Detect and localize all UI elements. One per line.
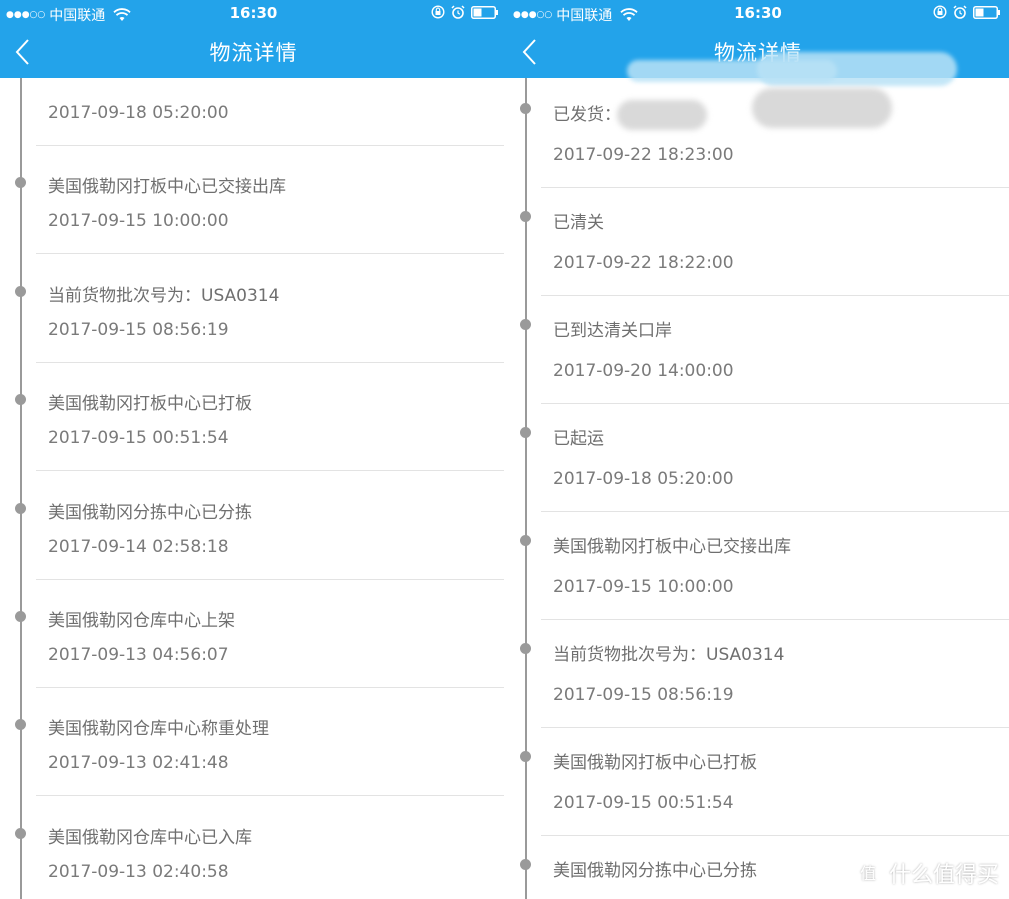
timeline-status: 已清关 bbox=[553, 213, 604, 233]
status-bar: ●●●○○ 中国联通 16:30 bbox=[507, 0, 1009, 26]
timeline-dot bbox=[520, 859, 531, 870]
timeline-time: 2017-09-18 05:20:00 bbox=[553, 469, 734, 489]
timeline-time: 2017-09-15 08:56:19 bbox=[553, 685, 734, 705]
redaction-blur bbox=[752, 88, 892, 128]
row-separator bbox=[541, 187, 1009, 188]
timeline-status: 已发货： bbox=[553, 105, 621, 125]
timeline-time: 2017-09-14 02:58:18 bbox=[48, 536, 229, 557]
row-separator bbox=[36, 253, 504, 255]
timeline-status: 已起运 bbox=[553, 429, 604, 449]
svg-text:值: 值 bbox=[860, 864, 876, 883]
timeline-time: 2017-09-20 14:00:00 bbox=[553, 361, 734, 381]
row-separator bbox=[541, 619, 1009, 620]
timeline-time: 2017-09-15 08:56:19 bbox=[48, 319, 229, 340]
battery-icon bbox=[471, 5, 498, 19]
row-separator bbox=[541, 511, 1009, 512]
watermark: 值 什么值得买 bbox=[853, 857, 999, 889]
row-separator bbox=[541, 835, 1009, 836]
timeline-dot bbox=[520, 427, 531, 438]
nav-bar: 物流详情 bbox=[0, 26, 507, 78]
battery-icon bbox=[973, 5, 1000, 19]
timeline-dot bbox=[15, 394, 26, 406]
timeline-time: 2017-09-13 02:41:48 bbox=[48, 753, 229, 774]
timeline-dot bbox=[520, 751, 531, 762]
timeline-status: 当前货物批次号为：USA0314 bbox=[48, 285, 280, 306]
timeline-dot bbox=[15, 719, 26, 731]
logistics-timeline: 已发货： 2017-09-22 18:23:00 已清关 2017-09-22 18:… bbox=[507, 78, 1009, 899]
row-separator bbox=[36, 470, 504, 472]
timeline-status: 美国俄勒冈打板中心已打板 bbox=[553, 753, 757, 773]
timeline-time: 2017-09-13 02:40:58 bbox=[48, 861, 229, 882]
timeline-dot bbox=[520, 319, 531, 330]
timeline-time: 2017-09-15 10:00:00 bbox=[48, 211, 229, 232]
rotation-lock-icon bbox=[933, 5, 947, 19]
timeline-status: 美国俄勒冈仓库中心称重处理 bbox=[48, 719, 269, 740]
redaction-blur bbox=[617, 100, 707, 130]
timeline-dot bbox=[15, 502, 26, 514]
timeline-status: 当前货物批次号为：USA0314 bbox=[553, 645, 785, 665]
row-separator bbox=[541, 727, 1009, 728]
timeline-line bbox=[20, 78, 22, 899]
row-separator bbox=[541, 295, 1009, 296]
timeline-status: 美国俄勒冈仓库中心已入库 bbox=[48, 827, 252, 848]
timeline-dot bbox=[520, 103, 531, 114]
timeline-dot bbox=[15, 177, 26, 189]
watermark-text: 什么值得买 bbox=[888, 863, 999, 888]
timeline-dot bbox=[15, 827, 26, 839]
logistics-timeline: 2017-09-18 05:20:00 美国俄勒冈打板中心已交接出库 2017-09… bbox=[0, 78, 507, 899]
timeline-dot bbox=[15, 285, 26, 297]
rotation-lock-icon bbox=[431, 5, 445, 19]
alarm-icon bbox=[953, 5, 967, 19]
row-separator bbox=[36, 578, 504, 580]
timeline-time: 2017-09-22 18:22:00 bbox=[553, 253, 734, 273]
timeline-status: 美国俄勒冈打板中心已打板 bbox=[48, 394, 252, 415]
timeline-line bbox=[525, 78, 527, 899]
row-separator bbox=[36, 795, 504, 797]
timeline-time: 2017-09-15 00:51:54 bbox=[553, 793, 734, 813]
page-title: 物流详情 bbox=[209, 41, 298, 65]
timeline-time: 2017-09-15 00:51:54 bbox=[48, 428, 229, 449]
header: ●●●○○ 中国联通 16:30 物流详情 bbox=[0, 0, 507, 78]
timeline-dot bbox=[520, 643, 531, 654]
status-bar: ●●●○○ 中国联通 16:30 bbox=[0, 0, 507, 26]
row-separator bbox=[541, 403, 1009, 404]
timeline-status: 美国俄勒冈打板中心已交接出库 bbox=[48, 177, 286, 198]
timeline-time: 2017-09-18 05:20:00 bbox=[48, 103, 229, 123]
timeline-dot bbox=[520, 535, 531, 546]
row-separator bbox=[36, 361, 504, 363]
right-screen: ●●●○○ 中国联通 16:30 物流详情 已发货： 2017-09-22 18… bbox=[507, 0, 1009, 899]
timeline-time: 2017-09-15 10:00:00 bbox=[553, 577, 734, 597]
timeline-status: 美国俄勒冈仓库中心上架 bbox=[48, 611, 235, 631]
header: ●●●○○ 中国联通 16:30 物流详情 bbox=[507, 0, 1009, 86]
timeline-status: 美国俄勒冈打板中心已交接出库 bbox=[553, 537, 791, 557]
screenshot-composite: ●●●○○ 中国联通 16:30 物流详情 2017-09-18 05:20:0… bbox=[0, 0, 1009, 899]
timeline-status: 美国俄勒冈分拣中心已分拣 bbox=[48, 502, 252, 523]
row-separator bbox=[36, 145, 504, 146]
timeline-time: 2017-09-22 18:23:00 bbox=[553, 145, 734, 165]
alarm-icon bbox=[451, 5, 465, 19]
row-separator bbox=[36, 687, 504, 688]
watermark-logo-icon: 值 bbox=[853, 858, 883, 888]
timeline-status: 已到达清关口岸 bbox=[553, 321, 672, 341]
timeline-dot bbox=[15, 611, 26, 622]
timeline-status: 美国俄勒冈分拣中心已分拣 bbox=[553, 861, 757, 881]
timeline-time: 2017-09-13 04:56:07 bbox=[48, 645, 229, 665]
left-screen: ●●●○○ 中国联通 16:30 物流详情 2017-09-18 05:20:0… bbox=[0, 0, 507, 899]
timeline-dot bbox=[520, 211, 531, 222]
